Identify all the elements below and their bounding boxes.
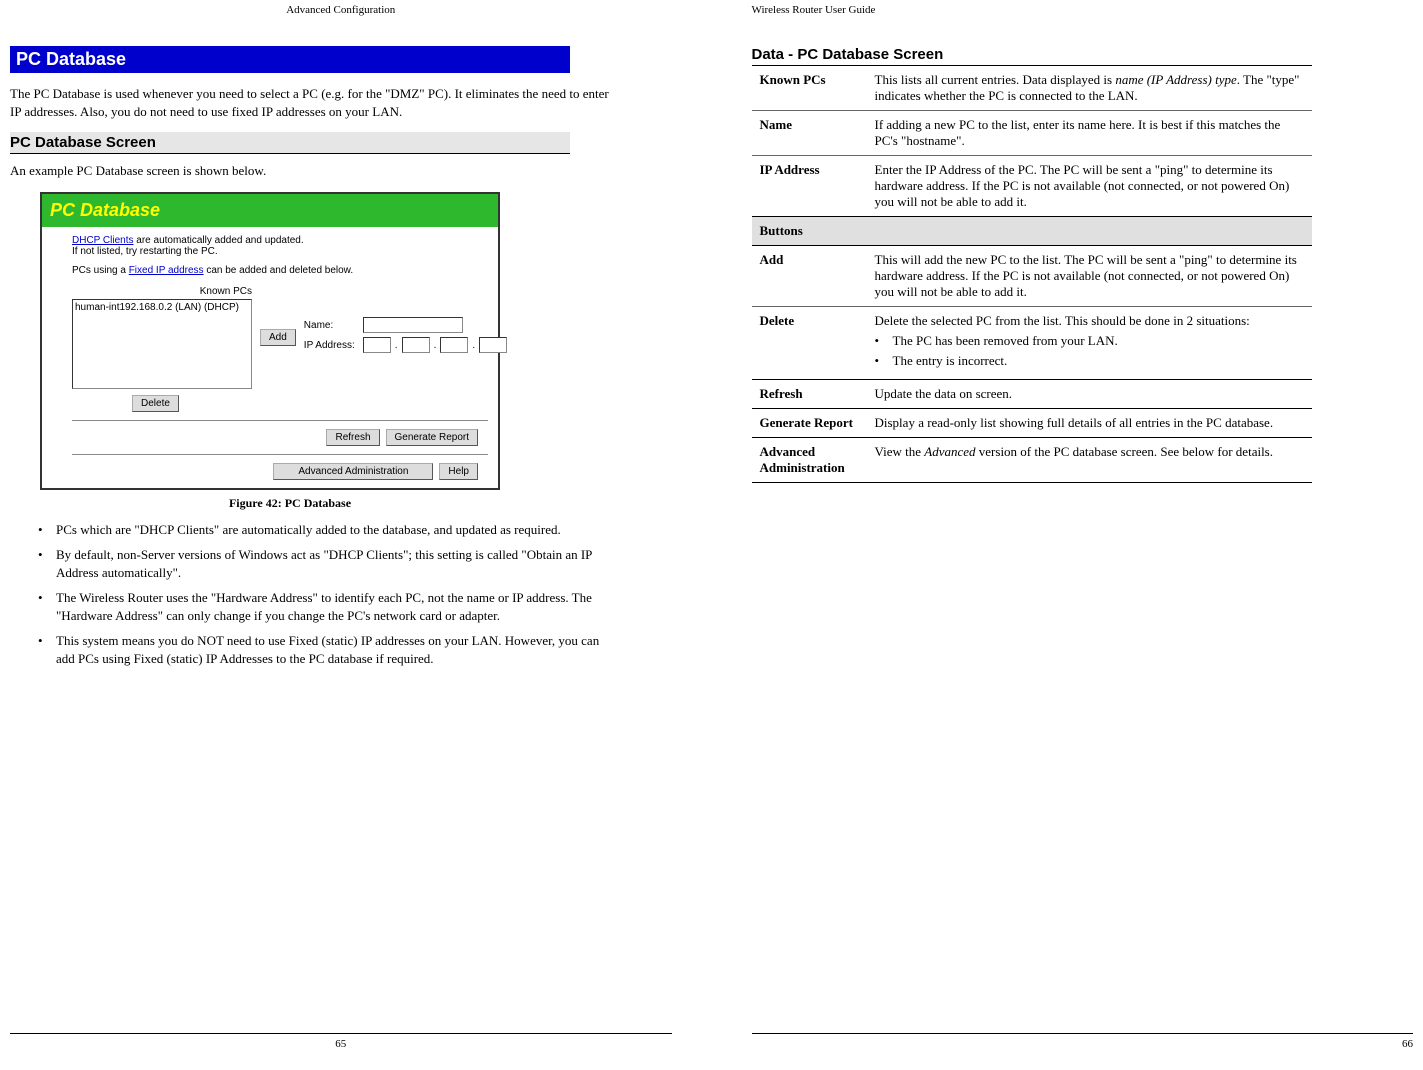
shot-line1: DHCP Clients are automatically added and… <box>72 235 488 246</box>
ip-input-1[interactable] <box>363 337 391 353</box>
dhcp-clients-link[interactable]: DHCP Clients <box>72 235 134 246</box>
help-button[interactable]: Help <box>439 463 478 480</box>
list-item[interactable]: human-int192.168.0.2 (LAN) (DHCP) <box>75 302 249 313</box>
page-left: Advanced Configuration PC Database The P… <box>0 0 712 1070</box>
shot-line3-post: can be added and deleted below. <box>204 265 354 276</box>
shot-title: PC Database <box>42 194 498 227</box>
table-row: Refresh Update the data on screen. <box>752 380 1312 409</box>
sub-heading: PC Database Screen <box>10 132 570 154</box>
bullet-item: PCs which are "DHCP Clients" are automat… <box>38 521 620 539</box>
table-row: Name If adding a new PC to the list, ent… <box>752 111 1312 156</box>
row-label: Delete <box>752 307 867 380</box>
row-label: Known PCs <box>752 66 867 111</box>
shot-body: DHCP Clients are automatically added and… <box>42 227 498 488</box>
row-desc: Display a read-only list showing full de… <box>867 409 1312 438</box>
row-desc: This lists all current entries. Data dis… <box>867 66 1312 111</box>
row-desc: Enter the IP Address of the PC. The PC w… <box>867 156 1312 217</box>
header-left: Advanced Configuration <box>10 0 672 46</box>
row-label: Generate Report <box>752 409 867 438</box>
known-pcs-label: Known PCs <box>72 286 252 297</box>
advanced-admin-button[interactable]: Advanced Administration <box>273 463 433 480</box>
page-right: Wireless Router User Guide Data - PC Dat… <box>712 0 1423 1070</box>
row-desc: Delete the selected PC from the list. Th… <box>867 307 1312 380</box>
ip-input-3[interactable] <box>440 337 468 353</box>
bullet-list: PCs which are "DHCP Clients" are automat… <box>10 521 620 668</box>
section-label: Buttons <box>752 217 1312 246</box>
name-row: Name: <box>304 317 507 333</box>
refresh-button[interactable]: Refresh <box>326 429 379 446</box>
example-line: An example PC Database screen is shown b… <box>10 162 610 180</box>
shot-line3-pre: PCs using a <box>72 265 129 276</box>
table-row: Known PCs This lists all current entries… <box>752 66 1312 111</box>
footer-right: 66 <box>752 1033 1414 1050</box>
bullet-item: The Wireless Router uses the "Hardware A… <box>38 589 620 624</box>
row-label: Advanced Administration <box>752 438 867 483</box>
figure-screenshot: PC Database DHCP Clients are automatical… <box>40 192 540 490</box>
add-button[interactable]: Add <box>260 329 296 346</box>
bullet-item: By default, non-Server versions of Windo… <box>38 546 620 581</box>
delete-bullets: The PC has been removed from your LAN. T… <box>875 333 1304 369</box>
row-label: Refresh <box>752 380 867 409</box>
table-row: Add This will add the new PC to the list… <box>752 246 1312 307</box>
intro-text: The PC Database is used whenever you nee… <box>10 85 610 120</box>
name-label: Name: <box>304 320 359 331</box>
bullet-item: The PC has been removed from your LAN. <box>875 333 1304 349</box>
known-pcs-listbox[interactable]: human-int192.168.0.2 (LAN) (DHCP) <box>72 299 252 389</box>
figure-caption: Figure 42: PC Database <box>10 496 570 511</box>
shot-line1-post: are automatically added and updated. <box>134 235 304 246</box>
ip-label: IP Address: <box>304 340 359 351</box>
ip-input-4[interactable] <box>479 337 507 353</box>
definition-table: Known PCs This lists all current entries… <box>752 66 1312 483</box>
table-row: Advanced Administration View the Advance… <box>752 438 1312 483</box>
table-row: Delete Delete the selected PC from the l… <box>752 307 1312 380</box>
add-col: Add <box>260 329 296 346</box>
row-label: IP Address <box>752 156 867 217</box>
section-title: PC Database <box>10 46 570 73</box>
shot-main-row: Known PCs human-int192.168.0.2 (LAN) (DH… <box>72 286 488 389</box>
generate-report-button[interactable]: Generate Report <box>386 429 479 446</box>
advanced-row: Advanced Administration Help <box>72 463 488 480</box>
delete-button[interactable]: Delete <box>132 395 179 412</box>
table-row: Generate Report Display a read-only list… <box>752 409 1312 438</box>
content-left: PC Database The PC Database is used when… <box>10 46 672 1033</box>
ip-row: IP Address: . . . <box>304 337 507 353</box>
data-heading: Data - PC Database Screen <box>752 46 1312 66</box>
row-label: Name <box>752 111 867 156</box>
divider-1 <box>72 420 488 421</box>
delete-row: Delete <box>132 395 488 412</box>
bullet-item: This system means you do NOT need to use… <box>38 632 620 667</box>
known-pcs-col: Known PCs human-int192.168.0.2 (LAN) (DH… <box>72 286 252 389</box>
fields-col: Name: IP Address: . . . <box>304 317 507 357</box>
content-right: Data - PC Database Screen Known PCs This… <box>752 46 1414 1033</box>
ip-input-2[interactable] <box>402 337 430 353</box>
name-input[interactable] <box>363 317 463 333</box>
shot-line2: If not listed, try restarting the PC. <box>72 246 488 257</box>
fixed-ip-link[interactable]: Fixed IP address <box>129 265 204 276</box>
bullet-item: The entry is incorrect. <box>875 353 1304 369</box>
table-row: IP Address Enter the IP Address of the P… <box>752 156 1312 217</box>
table-section-row: Buttons <box>752 217 1312 246</box>
row-desc: This will add the new PC to the list. Th… <box>867 246 1312 307</box>
row-label: Add <box>752 246 867 307</box>
divider-2 <box>72 454 488 455</box>
pc-database-screenshot: PC Database DHCP Clients are automatical… <box>40 192 500 490</box>
row-desc: Update the data on screen. <box>867 380 1312 409</box>
footer-left: 65 <box>10 1033 672 1050</box>
refresh-row: Refresh Generate Report <box>72 429 488 446</box>
row-desc: If adding a new PC to the list, enter it… <box>867 111 1312 156</box>
row-desc: View the Advanced version of the PC data… <box>867 438 1312 483</box>
header-right: Wireless Router User Guide <box>752 0 1414 46</box>
shot-line3: PCs using a Fixed IP address can be adde… <box>72 265 488 276</box>
